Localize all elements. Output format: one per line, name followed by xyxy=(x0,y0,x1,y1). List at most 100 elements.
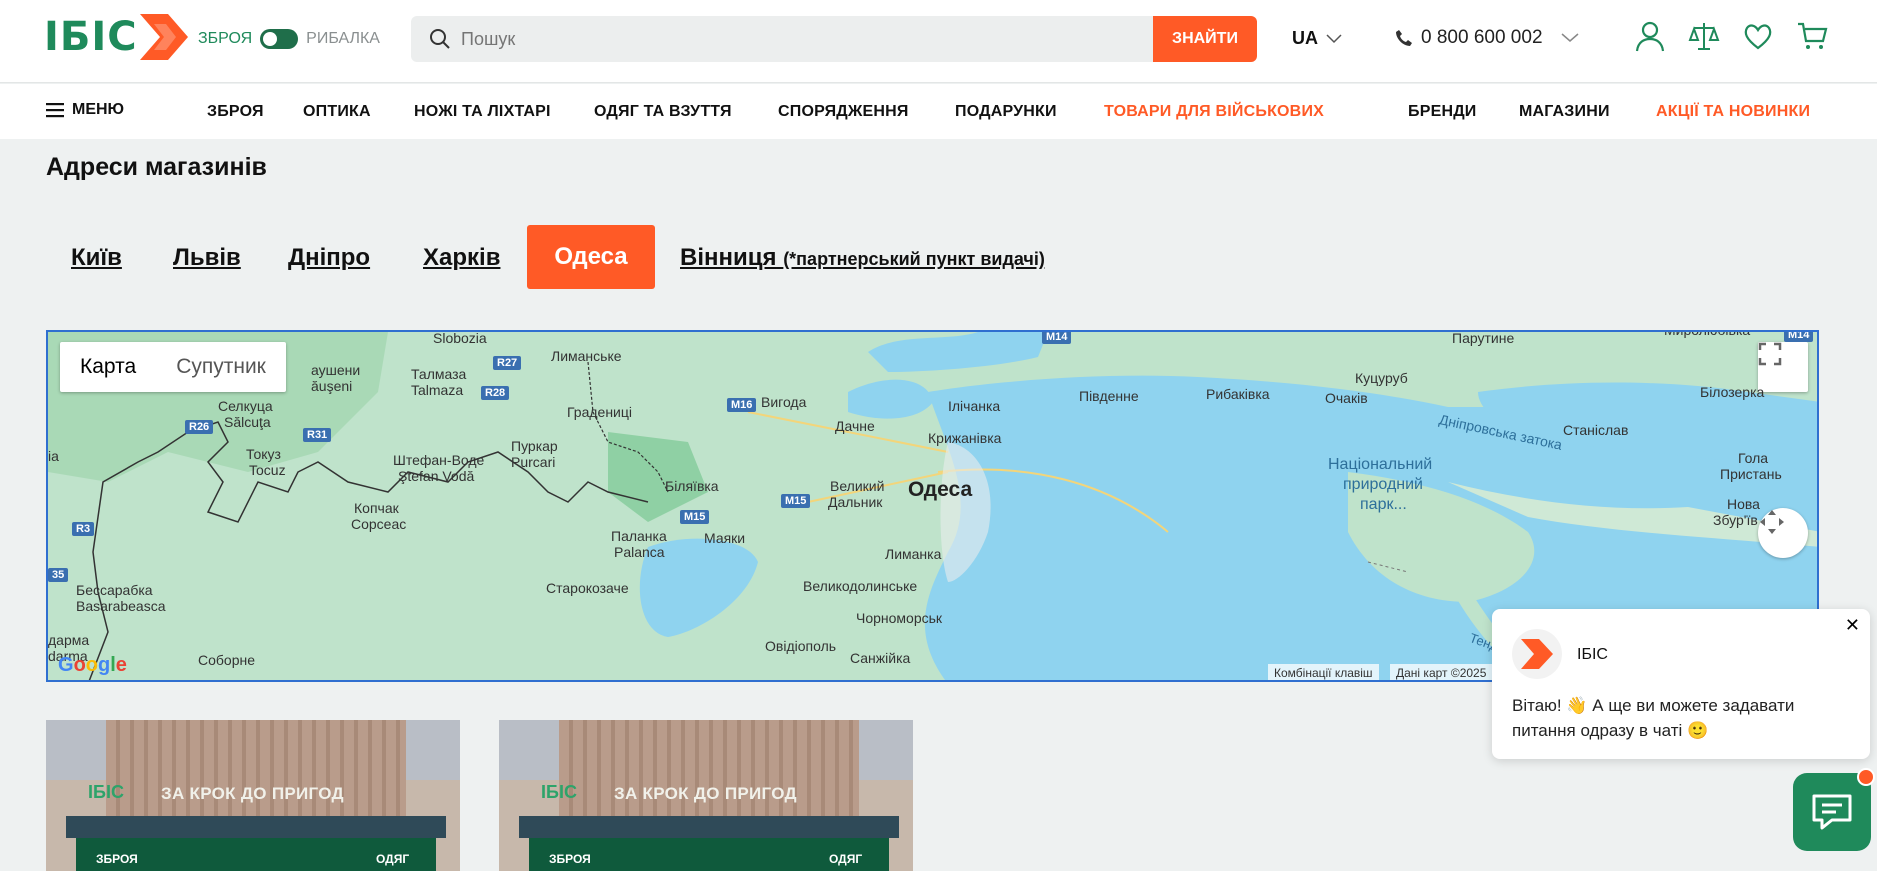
map-label: Талмаза xyxy=(411,366,467,382)
map-label: Токуз xyxy=(246,446,281,462)
store-photo[interactable]: ІБІС ЗА КРОК ДО ПРИГОД ЗБРОЯ ОДЯГ xyxy=(46,720,460,871)
map-label: Південне xyxy=(1079,388,1139,404)
map-type-satellite[interactable]: Супутник xyxy=(156,342,286,392)
close-icon[interactable]: ✕ xyxy=(1845,615,1860,636)
map-label: Sălcuţa xyxy=(224,414,271,430)
store-slogan: ЗА КРОК ДО ПРИГОД xyxy=(614,784,797,803)
google-logo[interactable]: Google xyxy=(58,654,127,677)
city-tab-kyiv[interactable]: Київ xyxy=(71,244,122,272)
notification-dot xyxy=(1857,768,1875,786)
toggle-weapons-label: ЗБРОЯ xyxy=(198,30,253,47)
city-tab-vinnytsia[interactable]: Вінниця (*партнерський пункт видачі) xyxy=(680,244,1045,272)
ibis-logo[interactable]: ІБІС xyxy=(44,14,188,60)
store-facade: ЗБРОЯ ОДЯГ xyxy=(529,838,889,871)
store-photo[interactable]: ІБІС ЗА КРОК ДО ПРИГОД ЗБРОЯ ОДЯГ xyxy=(499,720,913,871)
store-slogan: ЗА КРОК ДО ПРИГОД xyxy=(161,784,344,803)
map-label: Біляївка xyxy=(665,478,719,494)
store-sign-left: ЗБРОЯ xyxy=(96,852,138,866)
map-label: Паланка xyxy=(611,528,667,544)
search-icon xyxy=(430,29,450,49)
category-toggle[interactable]: ЗБРОЯ РИБАЛКА xyxy=(198,29,380,49)
chat-message: Вітаю! 👋 А ще ви можете задавати питання… xyxy=(1512,696,1795,740)
city-tab-dnipro[interactable]: Дніпро xyxy=(288,244,370,272)
chat-avatar xyxy=(1512,629,1562,679)
store-logo: ІБІС xyxy=(88,782,124,802)
toggle-switch[interactable] xyxy=(260,29,299,49)
phone-number: 0 800 600 002 xyxy=(1421,27,1543,48)
logo-arrow-icon xyxy=(139,14,188,60)
road-marker: M16 xyxy=(727,398,757,412)
city-tab-lviv[interactable]: Львів xyxy=(173,244,241,272)
map-label: Дальник xyxy=(828,494,883,510)
map-label: Лиманка xyxy=(885,546,942,562)
map-type-switch: Карта Супутник xyxy=(60,342,286,392)
heart-icon[interactable] xyxy=(1742,20,1774,52)
chat-sender-name: ІБІС xyxy=(1577,646,1608,663)
nav-item-brands[interactable]: БРЕНДИ xyxy=(1408,103,1477,121)
map-label: Copceac xyxy=(351,516,407,532)
city-tab-kharkiv[interactable]: Харків xyxy=(423,244,500,272)
map-label: Градениці xyxy=(567,404,633,420)
map-label: Пристань xyxy=(1720,466,1782,482)
chat-popup: ✕ ІБІС Вітаю! 👋 А ще ви можете задавати … xyxy=(1492,609,1870,759)
nav-item-promotions[interactable]: АКЦІЇ ТА НОВИНКИ xyxy=(1656,103,1810,121)
phone-select[interactable]: 0 800 600 002 xyxy=(1395,27,1579,49)
nav-item-clothing[interactable]: ОДЯГ ТА ВЗУТТЯ xyxy=(594,103,732,121)
ibis-arrow-icon xyxy=(1521,639,1553,669)
map-label: Санжійка xyxy=(850,650,911,666)
nav-item-gear[interactable]: СПОРЯДЖЕННЯ xyxy=(778,103,909,121)
road-marker: R26 xyxy=(185,420,214,434)
road-marker: R31 xyxy=(303,428,332,442)
road-marker: 35 xyxy=(48,568,69,582)
road-marker: R28 xyxy=(481,386,510,400)
search-input[interactable] xyxy=(461,28,1061,50)
map-label: Slobozia xyxy=(433,330,487,346)
map-label: Ілічанка xyxy=(948,398,1001,414)
store-sign-left: ЗБРОЯ xyxy=(549,852,591,866)
fullscreen-button[interactable] xyxy=(1758,342,1808,392)
keyboard-shortcuts-link[interactable]: Комбінації клавіш xyxy=(1268,664,1379,680)
map-label: Palanca xyxy=(614,544,665,560)
nav-item-stores[interactable]: МАГАЗИНИ xyxy=(1519,103,1610,121)
header-icons xyxy=(1634,20,1828,52)
chat-open-button[interactable] xyxy=(1793,768,1875,851)
language-select[interactable]: UA xyxy=(1292,28,1342,49)
map-label: Вигода xyxy=(761,394,807,410)
map-label: ia xyxy=(48,448,59,464)
road-marker: R3 xyxy=(72,522,95,536)
compare-scales-icon[interactable] xyxy=(1688,20,1720,52)
city-tab-odesa[interactable]: Одеса xyxy=(527,225,655,289)
nav-item-military[interactable]: ТОВАРИ ДЛЯ ВІЙСЬКОВИХ xyxy=(1104,103,1324,121)
chevron-down-icon xyxy=(1561,33,1579,42)
map-label: Великодолинське xyxy=(803,578,918,594)
chat-bubble-icon xyxy=(1812,794,1852,830)
pan-arrows-icon xyxy=(1760,510,1784,534)
top-header: ІБІС ЗБРОЯ РИБАЛКА ЗНАЙТИ UA 0 800 600 0… xyxy=(0,0,1877,83)
map-label-odesa: Одеса xyxy=(908,478,973,501)
user-icon[interactable] xyxy=(1634,20,1666,52)
hamburger-icon xyxy=(46,103,64,118)
nav-item-gifts[interactable]: ПОДАРУНКИ xyxy=(955,103,1057,121)
map-label: Куцуруб xyxy=(1355,370,1408,386)
fullscreen-icon xyxy=(1758,342,1782,366)
map-label: Purcari xyxy=(511,454,556,470)
store-logo: ІБІС xyxy=(541,782,577,802)
map-pan-control[interactable] xyxy=(1758,508,1808,558)
map-label: Очаків xyxy=(1325,390,1368,406)
road-marker: M15 xyxy=(680,510,710,524)
nav-item-knives[interactable]: НОЖІ ТА ЛІХТАРІ xyxy=(414,103,551,121)
map-label: парк... xyxy=(1360,496,1407,513)
menu-button[interactable]: МЕНЮ xyxy=(46,101,124,119)
nav-item-optics[interactable]: ОПТИКА xyxy=(303,103,371,121)
toggle-fishing-label: РИБАЛКА xyxy=(306,30,380,47)
store-awning xyxy=(519,816,899,838)
road-marker: R27 xyxy=(493,356,522,370)
logo-text: ІБІС xyxy=(44,14,138,60)
cart-icon[interactable] xyxy=(1796,20,1828,52)
nav-item-weapons[interactable]: ЗБРОЯ xyxy=(207,103,264,121)
map-type-map[interactable]: Карта xyxy=(60,342,156,392)
map-label: Basarabeasca xyxy=(76,598,166,614)
search-button[interactable]: ЗНАЙТИ xyxy=(1153,16,1257,62)
store-facade: ЗБРОЯ ОДЯГ xyxy=(76,838,436,871)
page-title: Адреси магазинів xyxy=(46,153,267,181)
